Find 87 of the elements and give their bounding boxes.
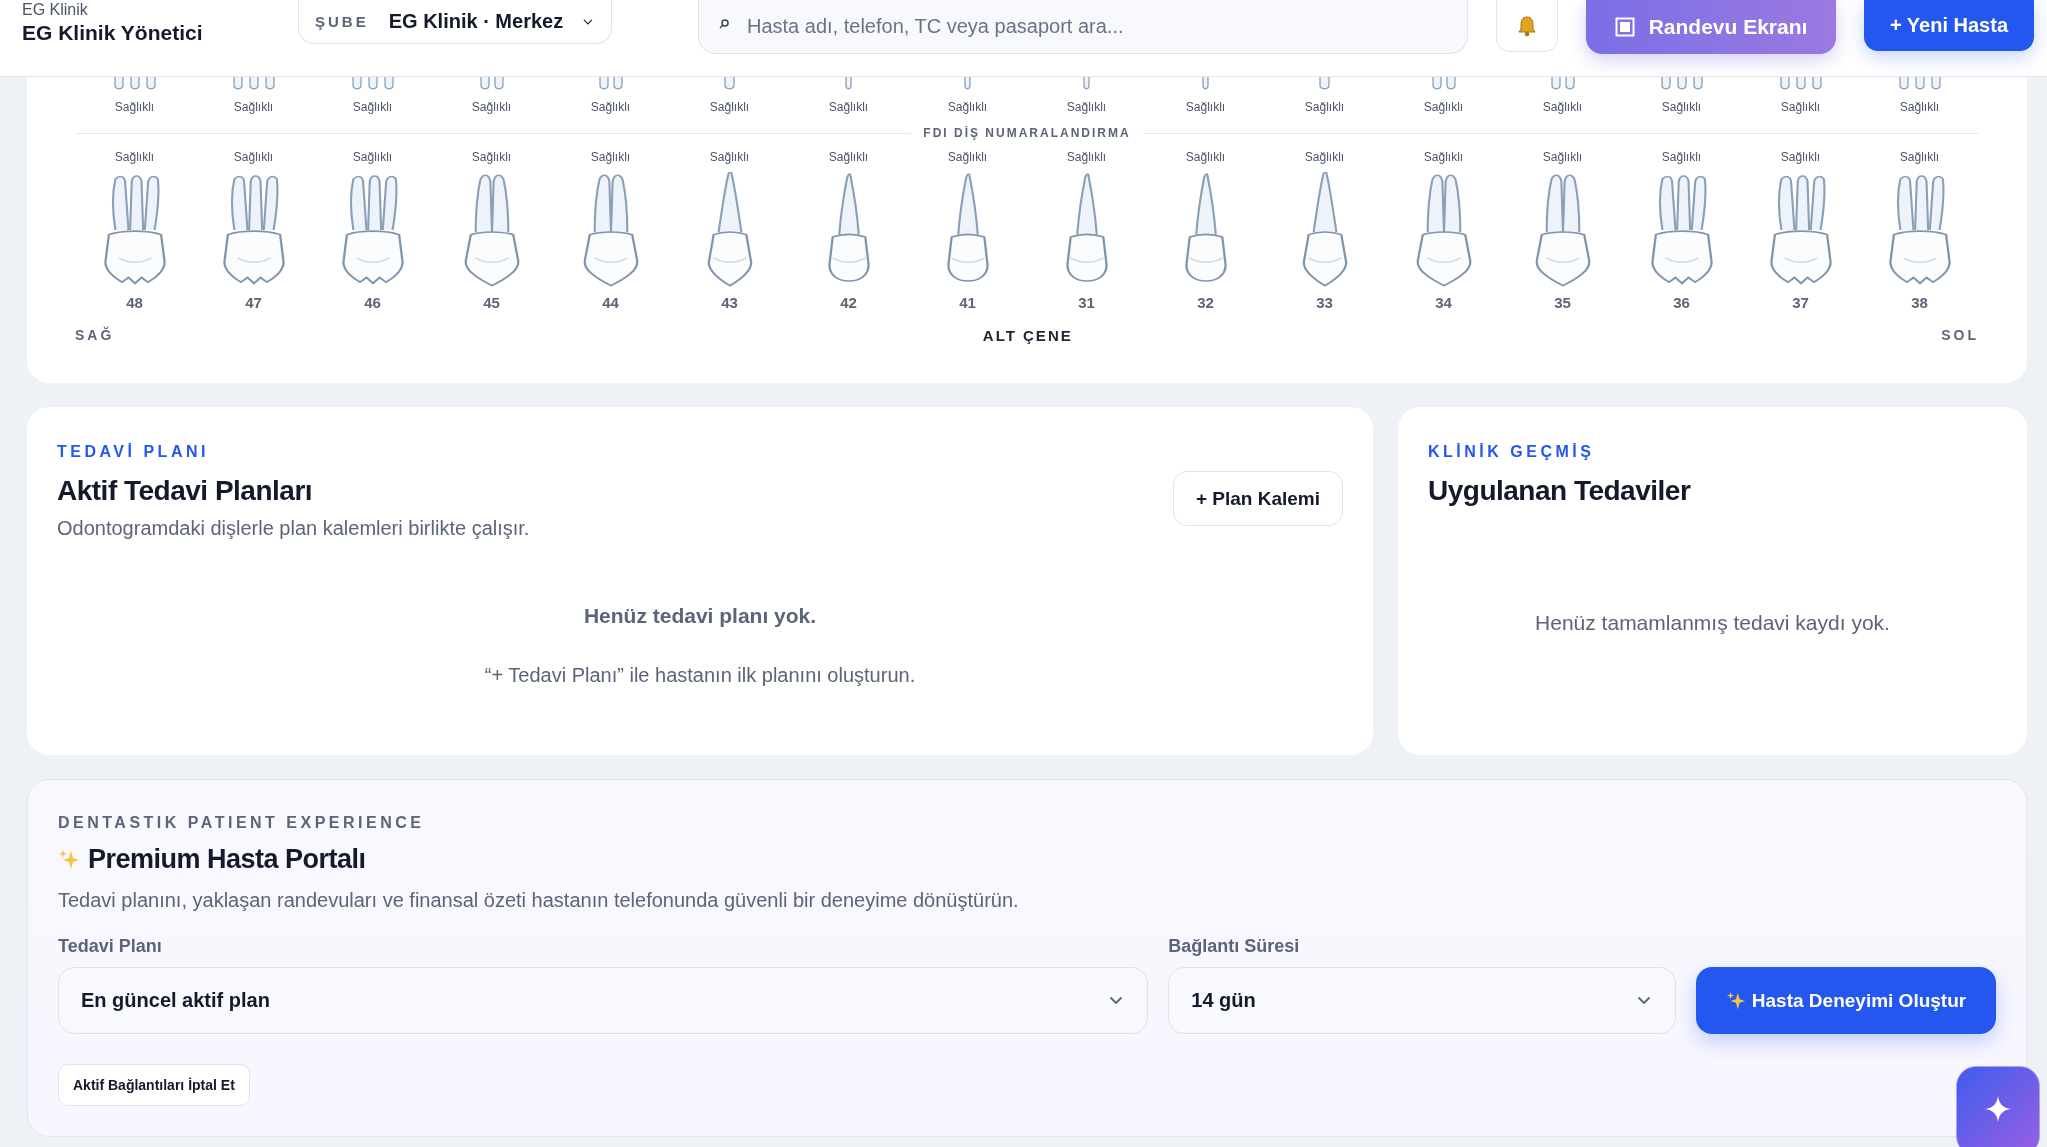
tooth-status: Sağlıklı xyxy=(1304,100,1345,114)
field-label: Bağlantı Süresi xyxy=(1168,936,1301,957)
tooth-number: 35 xyxy=(1554,294,1571,311)
duration-select[interactable]: 14 gün xyxy=(1168,967,1676,1034)
search-icon xyxy=(718,18,730,30)
section-eyebrow: DENTASTIK PATIENT EXPERIENCE xyxy=(58,814,426,832)
tooth-status: Sağlıklı xyxy=(114,150,155,164)
section-title: Aktif Tedavi Planları xyxy=(57,475,314,507)
section-title: Uygulanan Tedaviler xyxy=(1428,475,1692,507)
tooth-number: 48 xyxy=(126,294,143,311)
assistant-button[interactable] xyxy=(1956,1066,2040,1147)
side-label: SAĞ xyxy=(75,327,115,344)
tooth-number: 38 xyxy=(1911,294,1928,311)
tooth-status: Sağlıklı xyxy=(1304,150,1345,164)
tooth-status: Sağlıklı xyxy=(1780,150,1821,164)
tooth-number: 47 xyxy=(245,294,262,311)
field-label: Tedavi Planı xyxy=(58,936,163,957)
tooth-number: 41 xyxy=(959,294,976,311)
tooth-status: Sağlıklı xyxy=(1066,100,1107,114)
tooth-number: 31 xyxy=(1078,294,1095,311)
tooth-status: Sağlıklı xyxy=(352,150,393,164)
screen-icon xyxy=(1614,17,1635,37)
tooth-status: Sağlıklı xyxy=(1899,150,1940,164)
tooth-number: 45 xyxy=(483,294,500,311)
tooth-number: 33 xyxy=(1316,294,1333,311)
branch-select[interactable]: ŞUBE EG Klinik · Merkez xyxy=(298,0,612,44)
tooth-number: 36 xyxy=(1673,294,1690,311)
tooth-status: Sağlıklı xyxy=(471,100,512,114)
plan-select[interactable]: En güncel aktif plan xyxy=(58,967,1149,1034)
section-title: Premium Hasta Portalı xyxy=(88,844,366,875)
tooth-status: Sağlıklı xyxy=(1185,100,1226,114)
tooth-status: Sağlıklı xyxy=(1542,100,1583,114)
add-plan-item-button[interactable]: + Plan Kalemi xyxy=(1173,471,1343,526)
sparkle-icon xyxy=(1725,990,1746,1011)
empty-message: Henüz tamamlanmış tedavi kaydı yok. xyxy=(1534,611,1891,635)
tooth-number: 34 xyxy=(1435,294,1452,311)
tooth-status: Sağlıklı xyxy=(1185,150,1226,164)
new-patient-button[interactable]: + Yeni Hasta xyxy=(1864,0,2034,51)
chevron-down-icon xyxy=(1637,996,1651,1005)
tooth-status: Sağlıklı xyxy=(352,100,393,114)
section-eyebrow: KLİNİK GEÇMİŞ xyxy=(1428,443,1596,461)
tooth-status: Sağlıklı xyxy=(1661,150,1702,164)
tooth-status: Sağlıklı xyxy=(471,150,512,164)
notifications-button[interactable] xyxy=(1496,0,1558,52)
tooth-status: Sağlıklı xyxy=(1066,150,1107,164)
chevron-down-icon xyxy=(1109,996,1124,1005)
tooth-status: Sağlıklı xyxy=(1899,100,1940,114)
tooth-status: Sağlıklı xyxy=(828,100,869,114)
tooth-status: Sağlıklı xyxy=(233,150,274,164)
tooth-status: Sağlıklı xyxy=(1661,100,1702,114)
tooth-status: Sağlıklı xyxy=(233,100,274,114)
create-experience-button[interactable]: Hasta Deneyimi Oluştur xyxy=(1696,967,1996,1034)
tooth-status: Sağlıklı xyxy=(828,150,869,164)
tooth-number: 43 xyxy=(721,294,738,311)
search-field[interactable]: Hasta adı, telefon, TC veya pasaport ara... xyxy=(698,0,1468,54)
section-eyebrow: TEDAVİ PLANI xyxy=(57,443,210,461)
tooth-status: Sağlıklı xyxy=(1423,150,1464,164)
tooth-number: 46 xyxy=(364,294,381,311)
tooth-number: 42 xyxy=(840,294,857,311)
tooth-status: Sağlıklı xyxy=(590,100,631,114)
tooth-status: Sağlıklı xyxy=(1423,100,1464,114)
bell-icon xyxy=(1517,14,1537,37)
chevron-down-icon xyxy=(583,16,593,27)
branch-label: ŞUBE xyxy=(315,13,369,30)
tooth-number: 32 xyxy=(1197,294,1214,311)
clinic-name: EG Klinik xyxy=(22,1,89,19)
empty-title: Henüz tedavi planı yok. xyxy=(582,604,818,628)
tooth-number: 44 xyxy=(602,294,619,311)
section-subtitle: Odontogramdaki dişlerle plan kalemleri birlikte çalışır. xyxy=(57,517,530,540)
user-name: EG Klinik Yönetici xyxy=(22,21,204,45)
jaw-label: ALT ÇENE xyxy=(982,327,1073,344)
revoke-links-button[interactable]: Aktif Bağlantıları İptal Et xyxy=(58,1064,250,1106)
tooth-status: Sağlıklı xyxy=(709,100,750,114)
side-label: SOL xyxy=(1941,327,1979,344)
appointment-screen-button[interactable]: Randevu Ekranı xyxy=(1586,0,1836,54)
tooth-status: Sağlıklı xyxy=(1780,100,1821,114)
empty-hint: “+ Tedavi Planı” ile hastanın ilk planını oluşturun. xyxy=(483,664,917,687)
branch-value: EG Klinik · Merkez xyxy=(388,10,564,33)
tooth-status: Sağlıklı xyxy=(947,150,988,164)
tooth-status: Sağlıklı xyxy=(947,100,988,114)
tooth-status: Sağlıklı xyxy=(1542,150,1583,164)
tooth-status: Sağlıklı xyxy=(709,150,750,164)
numbering-title: FDI DİŞ NUMARALANDIRMA xyxy=(923,126,1131,140)
tooth-number: 37 xyxy=(1792,294,1809,311)
section-description: Tedavi planını, yaklaşan randevuları ve finansal özeti hastanın telefonunda güvenli bir deneyime dönüştürün. xyxy=(58,889,1020,912)
tooth-status: Sağlıklı xyxy=(590,150,631,164)
tooth-status: Sağlıklı xyxy=(114,100,155,114)
